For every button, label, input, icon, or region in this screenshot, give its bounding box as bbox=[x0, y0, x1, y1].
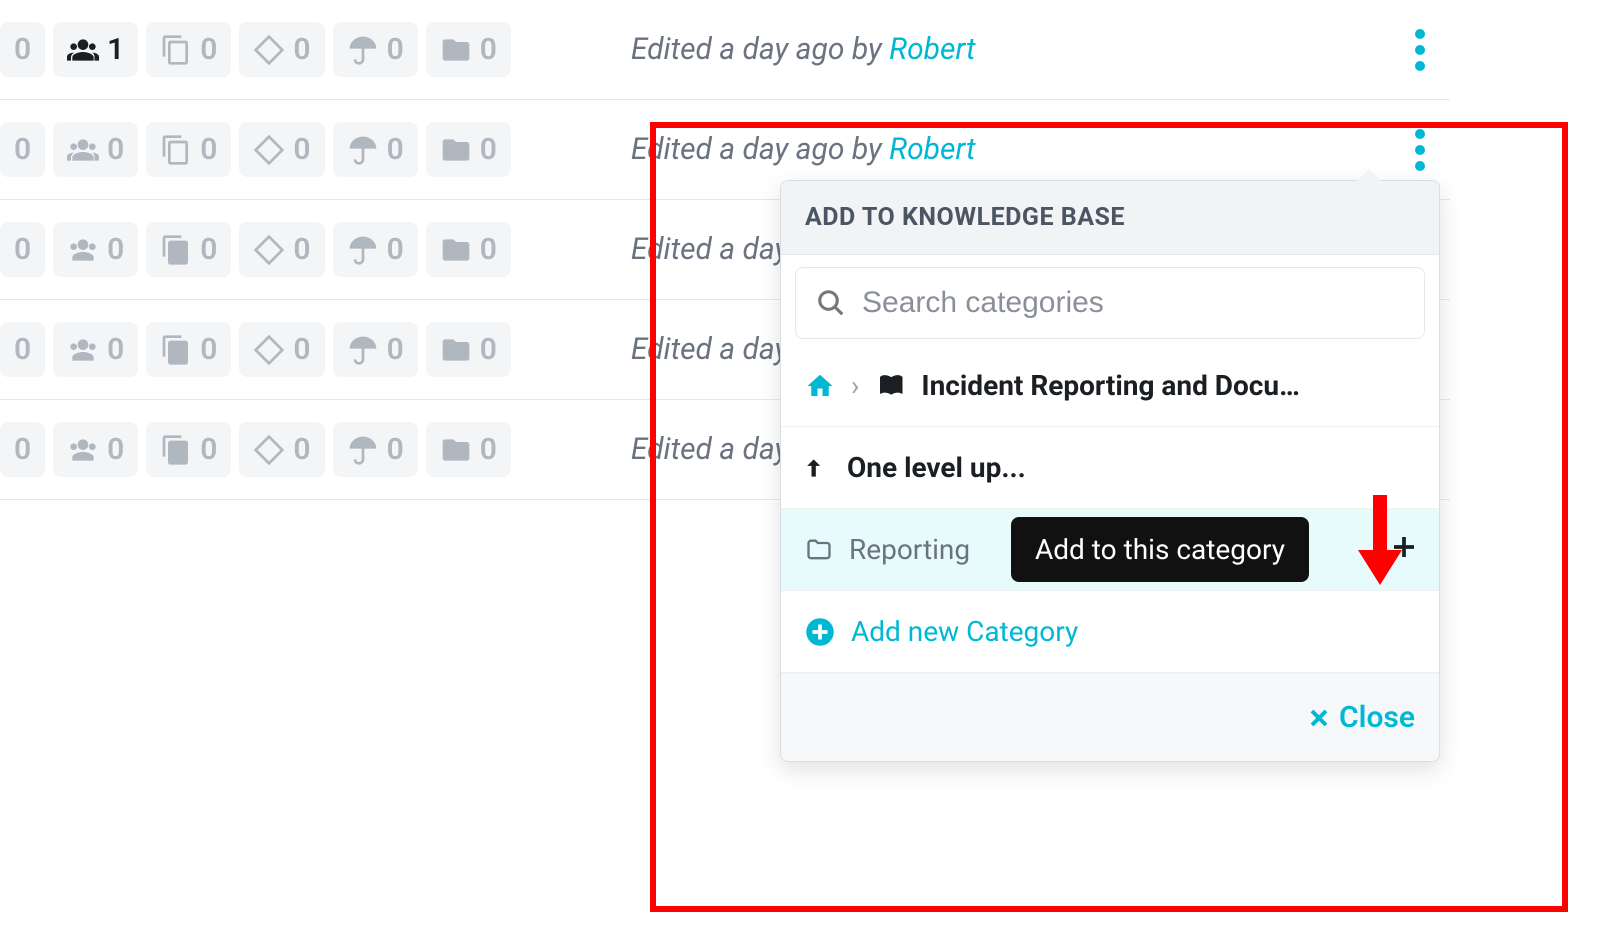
folder-badge: 0 bbox=[426, 22, 511, 77]
umbrella-icon bbox=[347, 434, 379, 466]
edited-text: Edited a day ago by Robert bbox=[551, 132, 1390, 167]
breadcrumb: › Incident Reporting and Docu… bbox=[781, 351, 1439, 426]
folder-icon bbox=[440, 434, 472, 466]
add-new-category-item[interactable]: Add new Category bbox=[781, 591, 1439, 673]
badge-group: 0 0 0 0 0 0 bbox=[0, 422, 551, 477]
copy-icon bbox=[160, 134, 192, 166]
copy-icon bbox=[160, 234, 192, 266]
list-row: 0 1 0 0 bbox=[0, 0, 1450, 100]
folder-icon bbox=[440, 34, 472, 66]
popover-title: ADD TO KNOWLEDGE BASE bbox=[781, 181, 1439, 255]
umbrella-badge: 0 bbox=[333, 22, 418, 77]
folder-outline-icon bbox=[805, 536, 833, 564]
edited-text: Edited a day ago by Robert bbox=[551, 32, 1390, 67]
copies-badge: 0 bbox=[146, 422, 231, 477]
users-icon bbox=[67, 334, 99, 366]
badge-group: 0 1 0 0 bbox=[0, 22, 551, 77]
folder-icon bbox=[440, 234, 472, 266]
folder-icon bbox=[440, 334, 472, 366]
users-icon bbox=[67, 34, 99, 66]
umbrella-icon bbox=[347, 234, 379, 266]
copies-badge: 0 bbox=[146, 322, 231, 377]
views-badge: 0 bbox=[0, 322, 45, 377]
diamond-badge: 0 bbox=[239, 22, 324, 77]
close-icon bbox=[1307, 706, 1331, 730]
folder-badge: 0 bbox=[426, 422, 511, 477]
add-to-category-tooltip: Add to this category bbox=[1011, 517, 1309, 582]
author-link[interactable]: Robert bbox=[889, 32, 975, 67]
umbrella-icon bbox=[347, 134, 379, 166]
folder-badge: 0 bbox=[426, 122, 511, 177]
badge-group: 0 0 0 0 0 0 bbox=[0, 322, 551, 377]
diamond-badge: 0 bbox=[239, 322, 324, 377]
diamond-badge: 0 bbox=[239, 222, 324, 277]
users-badge: 0 bbox=[53, 322, 138, 377]
users-badge: 1 bbox=[53, 22, 138, 77]
umbrella-badge: 0 bbox=[333, 422, 418, 477]
close-button[interactable]: Close bbox=[1307, 700, 1415, 735]
category-item-reporting[interactable]: Reporting Add to this category bbox=[781, 509, 1439, 591]
users-icon bbox=[67, 234, 99, 266]
views-badge: 0 bbox=[0, 22, 45, 77]
folder-icon bbox=[440, 134, 472, 166]
more-actions-button[interactable] bbox=[1415, 29, 1425, 71]
views-badge: 0 bbox=[0, 422, 45, 477]
badge-group: 0 0 0 0 0 0 bbox=[0, 222, 551, 277]
views-badge: 0 bbox=[0, 222, 45, 277]
folder-badge: 0 bbox=[426, 222, 511, 277]
search-icon bbox=[816, 288, 846, 318]
level-up-item[interactable]: One level up... bbox=[781, 427, 1439, 509]
copies-badge: 0 bbox=[146, 22, 231, 77]
search-categories-input[interactable] bbox=[862, 286, 1404, 320]
plus-circle-icon bbox=[805, 617, 835, 647]
diamond-icon bbox=[253, 334, 285, 366]
copies-badge: 0 bbox=[146, 122, 231, 177]
breadcrumb-current[interactable]: Incident Reporting and Docu… bbox=[921, 369, 1299, 402]
users-badge: 0 bbox=[53, 122, 138, 177]
add-to-category-button[interactable] bbox=[1389, 529, 1419, 571]
users-icon bbox=[67, 134, 99, 166]
book-icon bbox=[875, 371, 905, 401]
umbrella-badge: 0 bbox=[333, 122, 418, 177]
users-badge: 0 bbox=[53, 422, 138, 477]
copy-icon bbox=[160, 334, 192, 366]
views-badge: 0 bbox=[0, 122, 45, 177]
diamond-icon bbox=[253, 234, 285, 266]
diamond-badge: 0 bbox=[239, 122, 324, 177]
umbrella-badge: 0 bbox=[333, 322, 418, 377]
users-icon bbox=[67, 434, 99, 466]
add-to-kb-popover: ADD TO KNOWLEDGE BASE › Incident Reporti… bbox=[780, 180, 1440, 762]
chevron-right-icon: › bbox=[851, 369, 859, 402]
author-link[interactable]: Robert bbox=[889, 132, 975, 167]
folder-badge: 0 bbox=[426, 322, 511, 377]
diamond-icon bbox=[253, 434, 285, 466]
copy-icon bbox=[160, 434, 192, 466]
diamond-icon bbox=[253, 34, 285, 66]
umbrella-icon bbox=[347, 334, 379, 366]
users-badge: 0 bbox=[53, 222, 138, 277]
more-actions-button[interactable] bbox=[1415, 129, 1425, 171]
copy-icon bbox=[160, 34, 192, 66]
diamond-icon bbox=[253, 134, 285, 166]
level-up-icon bbox=[805, 455, 831, 481]
diamond-badge: 0 bbox=[239, 422, 324, 477]
badge-group: 0 0 0 0 0 0 bbox=[0, 122, 551, 177]
umbrella-badge: 0 bbox=[333, 222, 418, 277]
home-icon[interactable] bbox=[805, 371, 835, 401]
search-categories-input-wrap[interactable] bbox=[795, 267, 1425, 339]
umbrella-icon bbox=[347, 34, 379, 66]
copies-badge: 0 bbox=[146, 222, 231, 277]
